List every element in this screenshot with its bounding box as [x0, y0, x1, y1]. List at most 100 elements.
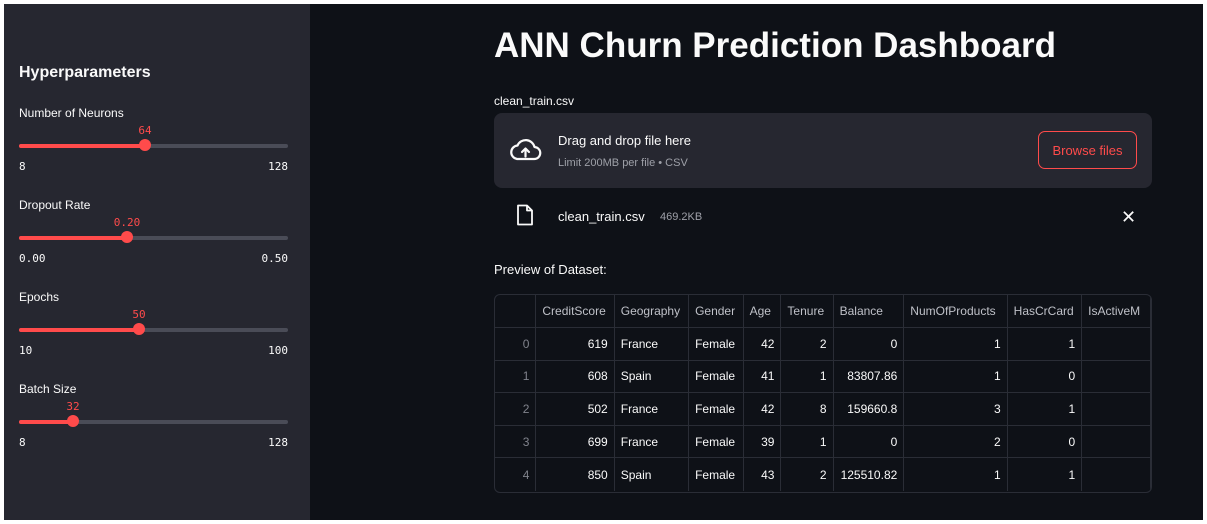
table-cell: Female — [688, 392, 744, 426]
page-title: ANN Churn Prediction Dashboard — [494, 26, 1056, 65]
table-cell: 39 — [743, 425, 782, 459]
table-cell: 1 — [1007, 327, 1083, 361]
slider-max: 100 — [268, 344, 288, 357]
table-header-row: CreditScore Geography Gender Age Tenure Balan… — [495, 295, 1151, 329]
dropzone-instruction: Drag and drop file here — [558, 133, 691, 148]
uploader-label: clean_train.csv — [494, 94, 575, 108]
column-header[interactable]: CreditScore — [535, 295, 615, 329]
table-cell: 125510.82 — [833, 457, 905, 491]
column-header[interactable]: IsActiveM — [1081, 295, 1151, 329]
column-header[interactable]: Tenure — [780, 295, 834, 329]
column-header[interactable]: Geography — [614, 295, 690, 329]
table-cell — [1081, 327, 1151, 361]
browse-files-button[interactable]: Browse files — [1038, 131, 1137, 169]
table-cell: France — [614, 327, 690, 361]
slider-neurons[interactable]: Number of Neurons 64 8 128 — [19, 106, 288, 196]
table-cell: 850 — [535, 457, 615, 491]
slider-max: 0.50 — [261, 252, 289, 265]
column-header[interactable]: Balance — [833, 295, 905, 329]
slider-label: Batch Size — [19, 382, 77, 396]
table-cell — [1081, 425, 1151, 459]
slider-track[interactable] — [19, 328, 288, 332]
slider-epochs[interactable]: Epochs 50 10 100 — [19, 290, 288, 380]
table-cell: 1 — [903, 327, 1008, 361]
table-row: 3 699 France Female 39 1 0 2 0 — [495, 425, 1151, 459]
slider-max: 128 — [268, 160, 288, 173]
slider-value: 50 — [132, 308, 146, 321]
file-dropzone[interactable]: Drag and drop file here Limit 200MB per … — [494, 113, 1152, 188]
table-cell: Female — [688, 457, 744, 491]
table-cell: 1 — [903, 457, 1008, 491]
cloud-upload-icon — [508, 137, 542, 168]
table-cell: 42 — [743, 327, 782, 361]
slider-value: 32 — [66, 400, 80, 413]
table-cell: 608 — [535, 360, 615, 394]
preview-heading: Preview of Dataset: — [494, 262, 607, 277]
close-icon[interactable]: ✕ — [1121, 208, 1136, 226]
table-cell: 619 — [535, 327, 615, 361]
slider-value: 0.20 — [113, 216, 141, 229]
table-cell: 1 — [1007, 457, 1083, 491]
table-cell: Female — [688, 360, 744, 394]
column-header[interactable] — [495, 295, 537, 329]
slider-track[interactable] — [19, 236, 288, 240]
table-cell: 2 — [780, 457, 834, 491]
column-header[interactable]: Age — [743, 295, 782, 329]
column-header[interactable]: NumOfProducts — [903, 295, 1008, 329]
table-cell: 699 — [535, 425, 615, 459]
main-content: ANN Churn Prediction Dashboard clean_tra… — [310, 4, 1203, 520]
table-cell: 1 — [1007, 392, 1083, 426]
sidebar-title: Hyperparameters — [19, 64, 151, 81]
slider-fill — [19, 328, 139, 332]
uploaded-file-size: 469.2KB — [660, 211, 703, 223]
column-header[interactable]: Gender — [688, 295, 744, 329]
table-cell: 42 — [743, 392, 782, 426]
file-icon — [516, 204, 534, 231]
row-index: 0 — [495, 327, 537, 361]
table-cell: 41 — [743, 360, 782, 394]
table-cell — [1081, 457, 1151, 491]
table-cell: 159660.8 — [833, 392, 905, 426]
row-index: 2 — [495, 392, 537, 426]
slider-label: Number of Neurons — [19, 106, 124, 120]
table-cell: 502 — [535, 392, 615, 426]
column-header[interactable]: HasCrCard — [1007, 295, 1083, 329]
slider-label: Epochs — [19, 290, 60, 304]
table-row: 1 608 Spain Female 41 1 83807.86 1 0 — [495, 360, 1151, 394]
table-row: 0 619 France Female 42 2 0 1 1 — [495, 327, 1151, 361]
slider-thumb[interactable] — [139, 139, 151, 151]
table-cell: France — [614, 425, 690, 459]
slider-min: 0.00 — [19, 252, 46, 265]
table-cell: 1 — [903, 360, 1008, 394]
uploaded-file-name: clean_train.csv — [558, 209, 645, 224]
slider-track[interactable] — [19, 144, 288, 148]
slider-thumb[interactable] — [121, 231, 133, 243]
table-cell: 43 — [743, 457, 782, 491]
slider-min: 10 — [19, 344, 33, 357]
slider-label: Dropout Rate — [19, 198, 91, 212]
table-cell: 1 — [780, 425, 834, 459]
slider-batch-size[interactable]: Batch Size 32 8 128 — [19, 382, 288, 472]
table-cell: 8 — [780, 392, 834, 426]
slider-value: 64 — [138, 124, 152, 137]
dataset-table[interactable]: CreditScore Geography Gender Age Tenure Balan… — [494, 294, 1152, 493]
slider-thumb[interactable] — [133, 323, 145, 335]
table-cell: 1 — [780, 360, 834, 394]
slider-fill — [19, 236, 127, 240]
slider-dropout[interactable]: Dropout Rate 0.20 0.00 0.50 — [19, 198, 288, 288]
row-index: 3 — [495, 425, 537, 459]
table-cell: Spain — [614, 457, 690, 491]
app-window: Hyperparameters Number of Neurons 64 8 128 D… — [4, 4, 1203, 520]
slider-max: 128 — [268, 436, 288, 449]
slider-track[interactable] — [19, 420, 288, 424]
table-cell: 3 — [903, 392, 1008, 426]
table-cell — [1081, 360, 1151, 394]
table-cell: 2 — [780, 327, 834, 361]
slider-thumb[interactable] — [67, 415, 79, 427]
table-cell: 0 — [833, 425, 905, 459]
table-cell: Female — [688, 327, 744, 361]
slider-min: 8 — [19, 436, 26, 449]
table-cell: 83807.86 — [833, 360, 905, 394]
table-cell: 0 — [833, 327, 905, 361]
row-index: 1 — [495, 360, 537, 394]
